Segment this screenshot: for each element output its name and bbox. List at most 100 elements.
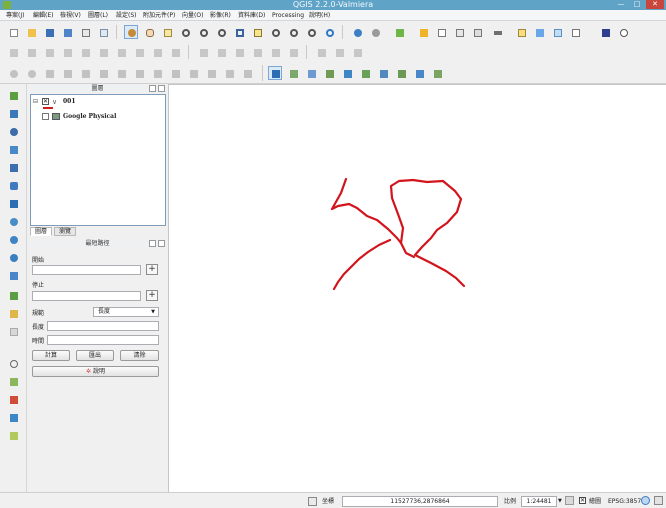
pan-map-icon[interactable]	[142, 25, 156, 39]
layer-item-google-physical[interactable]: Google Physical	[33, 111, 163, 125]
measure-line-icon[interactable]	[332, 45, 346, 59]
gps-tools-icon[interactable]	[6, 374, 20, 388]
zoom-last-icon[interactable]	[286, 25, 300, 39]
menu-processing[interactable]: Processing	[272, 10, 304, 21]
save-edits-icon[interactable]	[42, 45, 56, 59]
help-icon[interactable]	[616, 25, 630, 39]
add-gpx-layer-icon[interactable]	[6, 268, 20, 282]
add-wcs-layer-icon[interactable]	[6, 232, 20, 246]
zoom-to-selection-icon[interactable]	[250, 25, 264, 39]
undo-icon[interactable]	[350, 45, 364, 59]
tab-browser[interactable]: 瀏覽	[54, 227, 76, 236]
delete-selected-icon[interactable]	[114, 45, 128, 59]
new-bookmark-icon[interactable]	[532, 25, 546, 39]
layer-item-001[interactable]: ⊟ ✕ ∨ 001	[33, 97, 163, 111]
rotate-point-icon[interactable]	[240, 66, 254, 80]
menu-raster[interactable]: 影像(R)	[210, 10, 231, 21]
text-annotation-icon[interactable]	[568, 25, 582, 39]
label-tool-icon[interactable]	[196, 45, 210, 59]
layer-checkbox[interactable]	[42, 113, 49, 120]
clear-button[interactable]: 清除	[120, 350, 159, 361]
open-table-icon[interactable]	[434, 25, 448, 39]
length-field[interactable]	[47, 321, 159, 331]
vertex-editor-icon[interactable]	[322, 66, 336, 80]
render-checkbox[interactable]: ✕	[579, 497, 586, 504]
zoom-actual-icon[interactable]	[214, 25, 228, 39]
move-label-icon[interactable]	[250, 45, 264, 59]
browser-panel-icon[interactable]	[304, 66, 318, 80]
add-raster-layer-icon[interactable]	[6, 106, 20, 120]
layer-order-icon[interactable]	[286, 66, 300, 80]
close-panel-icon[interactable]	[158, 240, 165, 247]
menu-layer[interactable]: 圖層(L)	[88, 10, 108, 21]
merge-selected-icon[interactable]	[222, 66, 236, 80]
float-panel-icon[interactable]	[149, 85, 156, 92]
crs-globe-icon[interactable]	[641, 496, 650, 505]
snapping-icon[interactable]	[340, 66, 354, 80]
menu-project[interactable]: 專案(J)	[6, 10, 24, 21]
add-ring-icon[interactable]	[60, 66, 74, 80]
menu-edit[interactable]: 編輯(E)	[33, 10, 53, 21]
menu-settings[interactable]: 設定(S)	[116, 10, 137, 21]
crs-field[interactable]: EPSG:3857	[608, 496, 641, 507]
time-field[interactable]	[47, 335, 159, 345]
stop-point-field[interactable]	[32, 291, 141, 301]
menu-help[interactable]: 說明(H)	[309, 10, 330, 21]
zoom-in-icon[interactable]	[178, 25, 192, 39]
show-bookmarks-icon[interactable]	[550, 25, 564, 39]
open-project-icon[interactable]	[24, 25, 38, 39]
add-mssql-layer-icon[interactable]	[6, 160, 20, 174]
redo-edit-icon[interactable]	[24, 66, 38, 80]
print-composer-icon[interactable]	[78, 25, 92, 39]
deselect-icon[interactable]	[416, 25, 430, 39]
export-button[interactable]: 匯出	[76, 350, 114, 361]
georeferencer-icon[interactable]	[6, 410, 20, 424]
layer-checkbox[interactable]: ✕	[42, 98, 49, 105]
rotate-label-icon[interactable]	[268, 45, 282, 59]
toggle-editing-icon[interactable]	[24, 45, 38, 59]
move-feature-icon[interactable]	[78, 45, 92, 59]
digitize-icon[interactable]	[314, 45, 328, 59]
add-part-icon[interactable]	[78, 66, 92, 80]
delete-part-icon[interactable]	[132, 66, 146, 80]
add-postgis-layer-icon[interactable]	[6, 124, 20, 138]
map-tips-icon[interactable]	[514, 25, 528, 39]
add-delimited-text-icon[interactable]	[6, 250, 20, 264]
current-edits-icon[interactable]	[6, 45, 20, 59]
add-vector-layer-icon[interactable]	[6, 88, 20, 102]
collapse-icon[interactable]: ⊟	[33, 98, 38, 105]
capture-start-button[interactable]: +	[146, 264, 158, 275]
menu-database[interactable]: 資料庫(D)	[238, 10, 265, 21]
measure-icon[interactable]	[490, 25, 504, 39]
whats-this-icon[interactable]	[598, 25, 612, 39]
start-point-field[interactable]	[32, 265, 141, 275]
topology-icon[interactable]	[358, 66, 372, 80]
zoom-to-layer-icon[interactable]	[268, 25, 282, 39]
menu-plugins[interactable]: 附加元件(P)	[143, 10, 175, 21]
change-label-icon[interactable]	[286, 45, 300, 59]
tab-layers[interactable]: 圖層	[30, 227, 52, 236]
close-panel-icon[interactable]	[158, 85, 165, 92]
calculate-button[interactable]: 計算	[32, 350, 70, 361]
map-canvas[interactable]	[168, 84, 666, 492]
paste-features-icon[interactable]	[168, 45, 182, 59]
coordinate-field[interactable]: 11527736,2876864	[342, 496, 498, 507]
remove-layer-icon[interactable]	[6, 324, 20, 338]
zoom-out-icon[interactable]	[196, 25, 210, 39]
cut-features-icon[interactable]	[132, 45, 146, 59]
field-calculator-icon[interactable]	[470, 25, 484, 39]
zoom-full-icon[interactable]	[232, 25, 246, 39]
road-graph-icon[interactable]	[394, 66, 408, 80]
zoom-next-icon[interactable]	[304, 25, 318, 39]
delete-ring-icon[interactable]	[114, 66, 128, 80]
add-oracle-layer-icon[interactable]	[6, 178, 20, 192]
save-project-icon[interactable]	[42, 25, 56, 39]
gps-panel-icon[interactable]	[412, 66, 426, 80]
help-button[interactable]: ✲ 說明	[32, 366, 159, 377]
messages-icon[interactable]	[654, 496, 663, 505]
expression-select-icon[interactable]	[452, 25, 466, 39]
show-hide-labels-icon[interactable]	[232, 45, 246, 59]
pan-touch-icon[interactable]	[124, 25, 138, 39]
new-spatialite-icon[interactable]	[6, 306, 20, 320]
save-as-icon[interactable]	[60, 25, 74, 39]
